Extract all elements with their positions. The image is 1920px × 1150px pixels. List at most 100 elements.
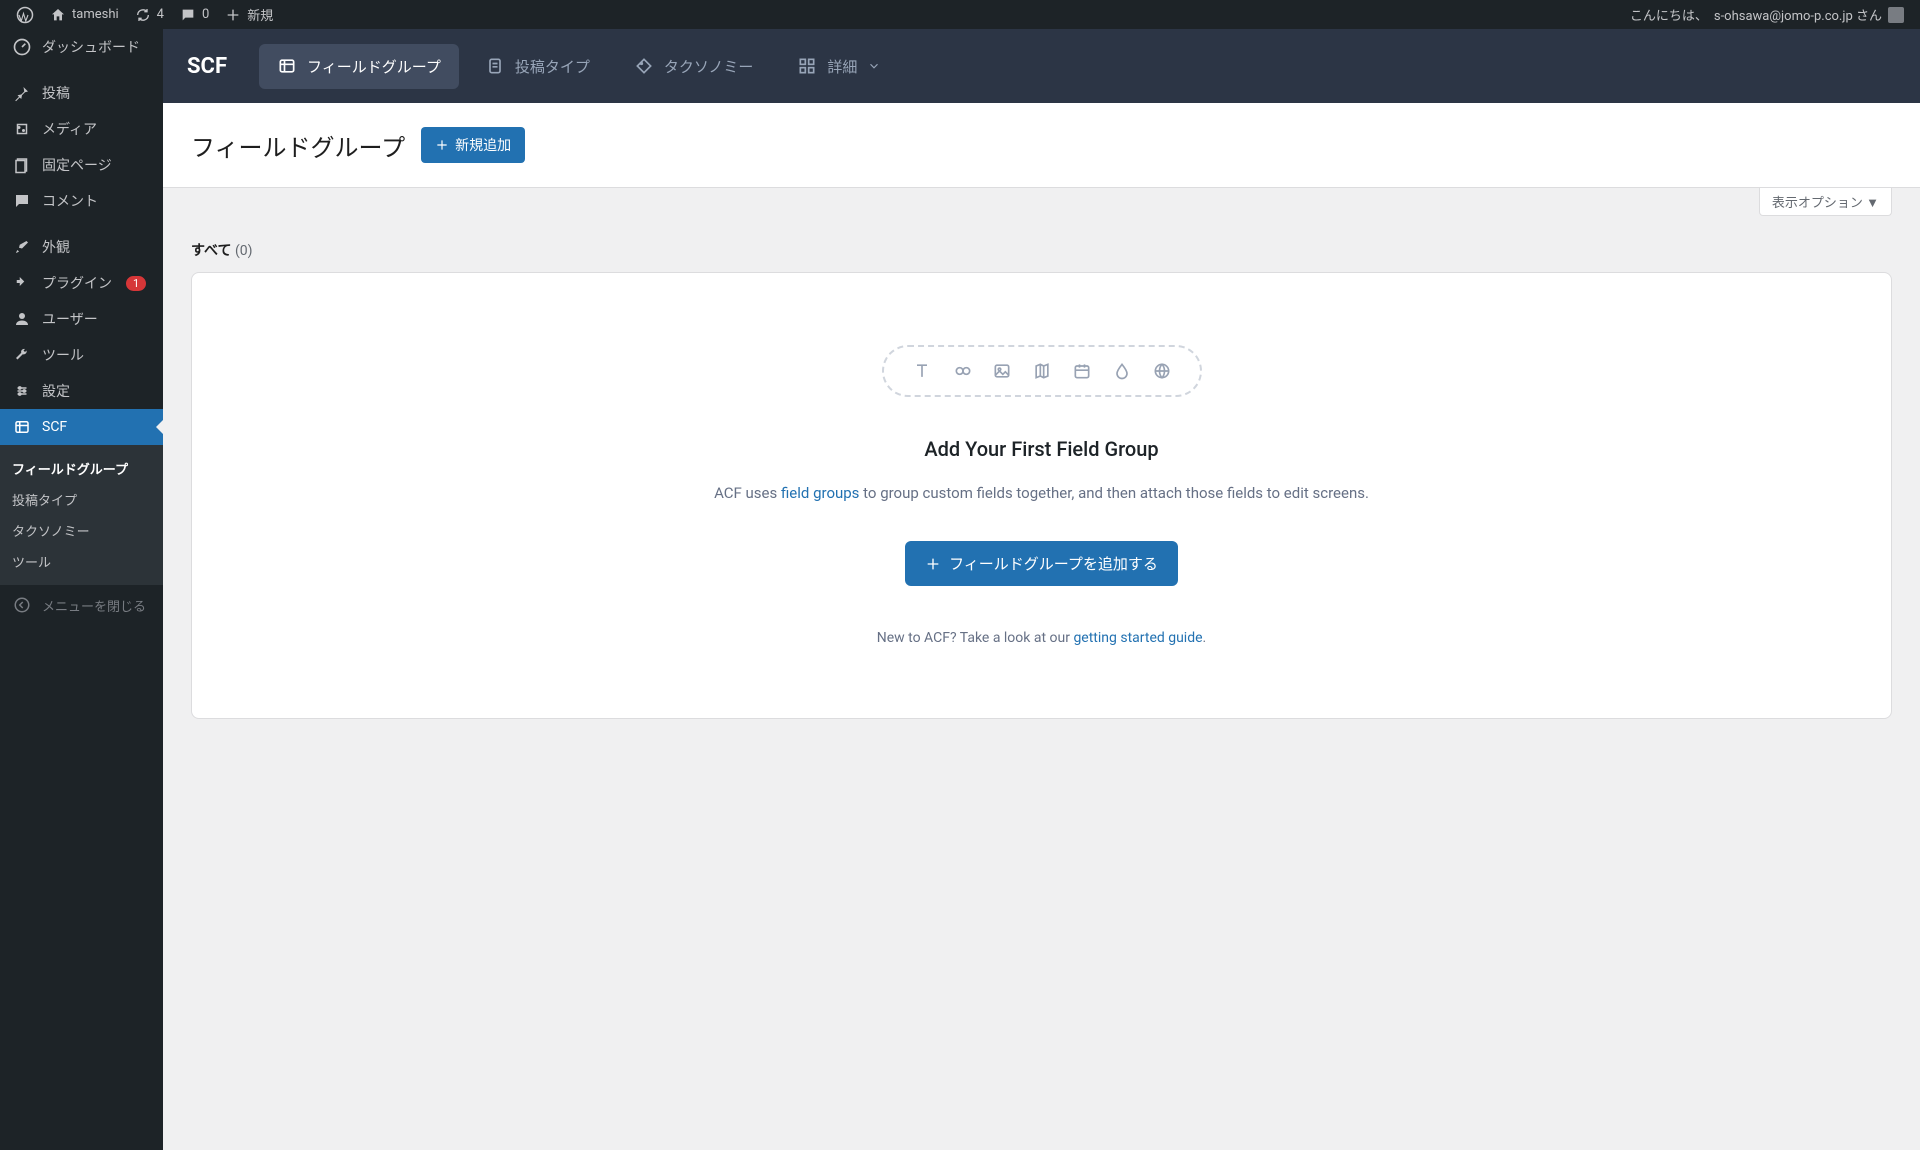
- add-new-label: 新規追加: [455, 135, 511, 155]
- document-icon: [485, 56, 505, 76]
- sidebar-label: コメント: [42, 191, 98, 211]
- collapse-menu[interactable]: メニューを閉じる: [0, 585, 163, 625]
- link-icon: [952, 361, 972, 381]
- tab-more[interactable]: 詳細: [779, 44, 899, 89]
- add-new-button[interactable]: 新規追加: [421, 127, 525, 163]
- scf-logo: SCF: [187, 54, 227, 79]
- admin-bar-left: tameshi 4 0 新規: [8, 0, 281, 29]
- sidebar-item-media[interactable]: メディア: [0, 111, 163, 147]
- page-header: フィールドグループ 新規追加: [163, 103, 1920, 188]
- sidebar-label: 設定: [42, 381, 70, 401]
- desc-prefix: ACF uses: [714, 484, 781, 502]
- sidebar-item-posts[interactable]: 投稿: [0, 75, 163, 111]
- field-groups-link[interactable]: field groups: [781, 484, 859, 502]
- tab-post-types[interactable]: 投稿タイプ: [467, 44, 608, 89]
- update-badge: 1: [126, 276, 146, 291]
- empty-state-description: ACF uses field groups to group custom fi…: [232, 481, 1851, 505]
- sidebar-item-dashboard[interactable]: ダッシュボード: [0, 29, 163, 65]
- grid-icon: [797, 56, 817, 76]
- tab-label: タクソノミー: [664, 56, 754, 77]
- sidebar-label: ツール: [42, 345, 84, 365]
- sidebar-label: SCF: [42, 419, 67, 435]
- sidebar-label: メディア: [42, 119, 97, 139]
- tab-label: フィールドグループ: [307, 56, 441, 77]
- submenu-taxonomies[interactable]: タクソノミー: [0, 515, 163, 546]
- user-name: s-ohsawa@jomo-p.co.jp さん: [1714, 5, 1882, 24]
- tab-taxonomies[interactable]: タクソノミー: [616, 44, 772, 89]
- submenu-field-groups[interactable]: フィールドグループ: [0, 453, 163, 484]
- update-count: 4: [157, 7, 164, 22]
- plus-icon: [435, 138, 449, 152]
- page-title: フィールドグループ: [191, 128, 405, 163]
- sidebar-item-tools[interactable]: ツール: [0, 337, 163, 373]
- sidebar-item-scf[interactable]: SCF: [0, 409, 163, 445]
- submenu-tools[interactable]: ツール: [0, 546, 163, 577]
- submenu-post-types[interactable]: 投稿タイプ: [0, 484, 163, 515]
- sidebar-item-users[interactable]: ユーザー: [0, 301, 163, 337]
- field-type-icons: [882, 345, 1202, 397]
- map-icon: [1032, 361, 1052, 381]
- sidebar-label: プラグイン: [42, 273, 112, 293]
- droplet-icon: [1112, 361, 1132, 381]
- comments-link[interactable]: 0: [172, 0, 217, 29]
- layout-icon: [277, 56, 297, 76]
- add-field-group-button[interactable]: フィールドグループを追加する: [905, 541, 1178, 586]
- updates-link[interactable]: 4: [127, 0, 172, 29]
- sidebar-item-pages[interactable]: 固定ページ: [0, 147, 163, 183]
- main-content: SCF フィールドグループ 投稿タイプ タクソノミー 詳細 フィールドグループ: [163, 29, 1920, 1150]
- caret-down-icon: ▼: [1866, 196, 1879, 211]
- button-label: フィールドグループを追加する: [949, 553, 1158, 574]
- dashboard-icon: [12, 37, 32, 57]
- collapse-label: メニューを閉じる: [42, 596, 146, 615]
- text-icon: [912, 361, 932, 381]
- empty-state-card: Add Your First Field Group ACF uses fiel…: [191, 272, 1892, 719]
- getting-started-link[interactable]: getting started guide: [1073, 630, 1202, 646]
- filter-label[interactable]: すべて: [191, 243, 231, 259]
- footer-prefix: New to ACF? Take a look at our: [877, 630, 1074, 646]
- admin-bar: tameshi 4 0 新規 こんにちは、 s-ohsawa@jomo-p.co…: [0, 0, 1920, 29]
- brush-icon: [12, 237, 32, 257]
- site-name: tameshi: [72, 7, 119, 22]
- site-home-link[interactable]: tameshi: [42, 0, 127, 29]
- pin-icon: [12, 83, 32, 103]
- sidebar-label: ダッシュボード: [42, 37, 140, 57]
- admin-bar-right: こんにちは、 s-ohsawa@jomo-p.co.jp さん: [1622, 0, 1912, 29]
- sidebar-item-appearance[interactable]: 外観: [0, 229, 163, 265]
- user-icon: [12, 309, 32, 329]
- wrench-icon: [12, 345, 32, 365]
- tag-icon: [634, 56, 654, 76]
- user-greeting[interactable]: こんにちは、 s-ohsawa@jomo-p.co.jp さん: [1622, 0, 1912, 29]
- tab-label: 詳細: [827, 56, 857, 77]
- sidebar-item-settings[interactable]: 設定: [0, 373, 163, 409]
- screen-options-label: 表示オプション: [1772, 196, 1863, 211]
- new-content-link[interactable]: 新規: [217, 0, 281, 29]
- image-icon: [992, 361, 1012, 381]
- empty-state-footer: New to ACF? Take a look at our getting s…: [232, 630, 1851, 646]
- admin-sidebar: ダッシュボード 投稿 メディア 固定ページ コメント 外観 プラグイン 1: [0, 29, 163, 1150]
- sidebar-label: ユーザー: [42, 309, 98, 329]
- scf-top-nav: SCF フィールドグループ 投稿タイプ タクソノミー 詳細: [163, 29, 1920, 103]
- scf-icon: [12, 417, 32, 437]
- sidebar-item-plugins[interactable]: プラグイン 1: [0, 265, 163, 301]
- plugin-icon: [12, 273, 32, 293]
- media-icon: [12, 119, 32, 139]
- globe-icon: [1152, 361, 1172, 381]
- tab-field-groups[interactable]: フィールドグループ: [259, 44, 459, 89]
- chevron-down-icon: [867, 59, 881, 73]
- desc-suffix: to group custom fields together, and the…: [859, 484, 1369, 502]
- comment-icon: [12, 191, 32, 211]
- calendar-icon: [1072, 361, 1092, 381]
- sidebar-label: 外観: [42, 237, 70, 257]
- avatar: [1888, 7, 1904, 23]
- page-icon: [12, 155, 32, 175]
- sidebar-label: 固定ページ: [42, 155, 112, 175]
- wp-logo[interactable]: [8, 0, 42, 29]
- sidebar-item-comments[interactable]: コメント: [0, 183, 163, 219]
- new-label: 新規: [247, 5, 273, 24]
- screen-options-toggle[interactable]: 表示オプション ▼: [1759, 188, 1892, 216]
- tab-label: 投稿タイプ: [515, 56, 590, 77]
- footer-suffix: .: [1203, 630, 1207, 646]
- collapse-icon: [12, 595, 32, 615]
- plus-icon: [925, 556, 941, 572]
- settings-icon: [12, 381, 32, 401]
